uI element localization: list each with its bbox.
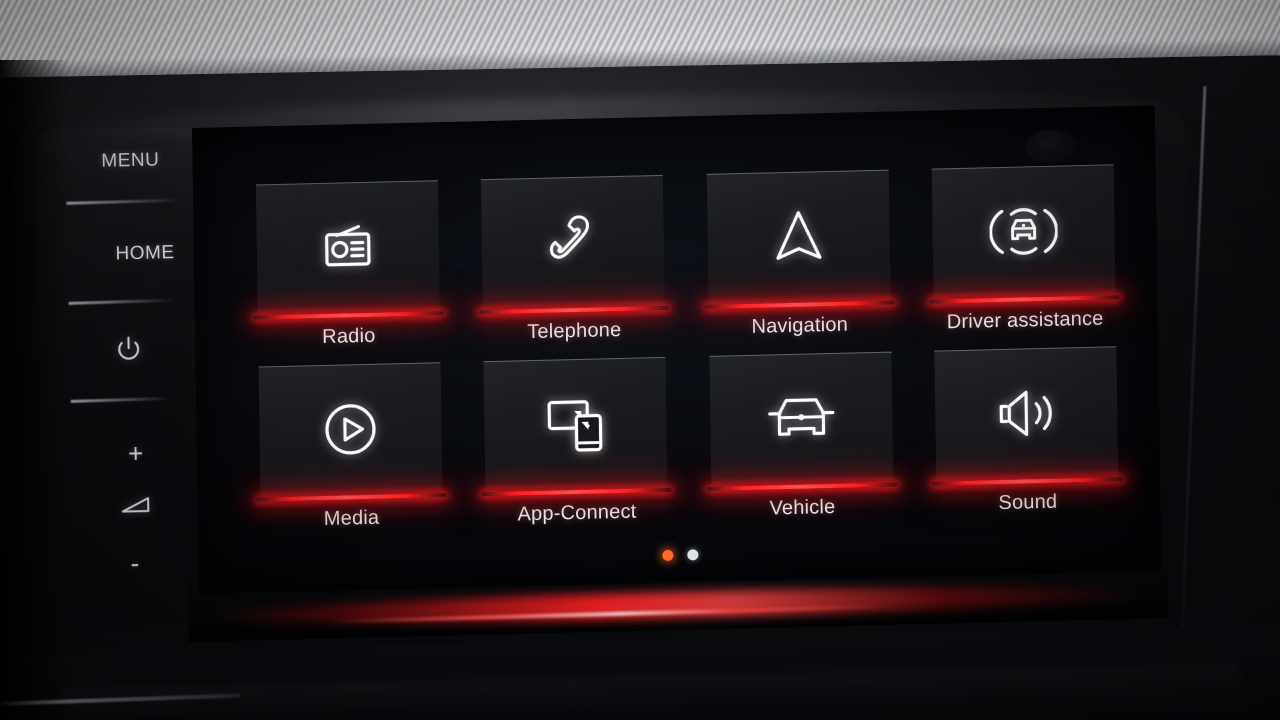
volume-up-label: + <box>127 437 145 469</box>
tile-sound-button[interactable] <box>934 346 1119 479</box>
hard-key-column: MENU HOME + - <box>66 127 204 600</box>
infotainment-scene: MENU HOME + - Radio Telephone Navigation… <box>0 0 1280 720</box>
navigation-arrow-icon <box>759 200 838 272</box>
key-divider-2 <box>68 298 173 305</box>
tile-app-connect[interactable]: App-Connect <box>473 356 679 528</box>
tile-label-vehicle: Vehicle <box>769 495 836 520</box>
app-connect-icon <box>536 388 615 460</box>
driver-assistance-icon <box>984 195 1063 267</box>
left-shadow-gradient <box>0 60 70 720</box>
speaker-icon <box>987 377 1066 449</box>
home-tile-grid: Radio Telephone Navigation Driver assist… <box>245 164 1130 533</box>
touchscreen-display[interactable]: Radio Telephone Navigation Driver assist… <box>192 105 1162 594</box>
volume-down-label: - <box>130 547 141 579</box>
tile-driver-assistance-button[interactable] <box>931 164 1116 297</box>
tile-app-connect-button[interactable] <box>483 356 668 490</box>
tile-telephone[interactable]: Telephone <box>470 174 676 346</box>
light-sensor <box>1025 129 1078 165</box>
page-dot-2[interactable] <box>686 549 698 561</box>
tile-label-media: Media <box>323 506 380 531</box>
tile-telephone-button[interactable] <box>481 174 665 308</box>
menu-button-label: MENU <box>101 149 160 172</box>
play-circle-icon <box>311 393 390 465</box>
tile-media-button[interactable] <box>258 362 443 495</box>
home-button-label: HOME <box>115 242 175 265</box>
tile-label-navigation: Navigation <box>751 313 849 338</box>
tile-vehicle-button[interactable] <box>709 351 894 484</box>
tile-sound[interactable]: Sound <box>924 346 1130 517</box>
key-divider-1 <box>66 198 179 205</box>
page-dot-1-active[interactable] <box>661 549 673 562</box>
tile-navigation-button[interactable] <box>706 169 891 302</box>
tile-label-telephone: Telephone <box>527 318 622 344</box>
car-front-icon <box>762 382 841 454</box>
key-divider-3 <box>70 396 169 403</box>
tile-navigation[interactable]: Navigation <box>696 169 902 340</box>
phone-handset-icon <box>533 206 612 278</box>
tile-driver-assistance[interactable]: Driver assistance <box>921 164 1127 335</box>
page-indicator[interactable] <box>198 538 1161 572</box>
radio-icon <box>308 211 387 283</box>
tile-radio[interactable]: Radio <box>245 180 451 351</box>
tile-radio-button[interactable] <box>255 180 440 313</box>
tile-label-app-connect: App-Connect <box>517 500 637 526</box>
tile-vehicle[interactable]: Vehicle <box>698 351 904 522</box>
tile-label-driver-assistance: Driver assistance <box>946 307 1104 334</box>
tile-label-radio: Radio <box>322 324 376 348</box>
tile-media[interactable]: Media <box>248 362 454 533</box>
tile-label-sound: Sound <box>998 490 1058 515</box>
